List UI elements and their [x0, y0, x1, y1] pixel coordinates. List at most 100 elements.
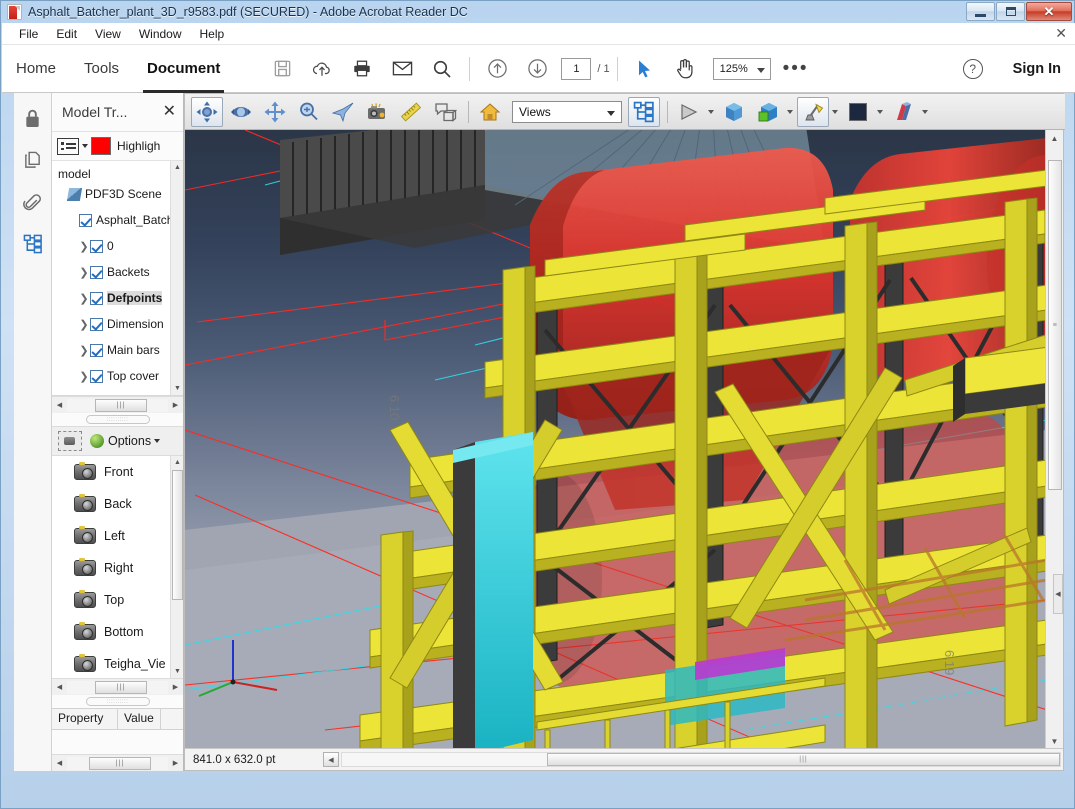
walk-camera-tool[interactable] [361, 97, 393, 127]
scroll-down-arrow[interactable]: ▼ [171, 665, 183, 678]
help-icon[interactable]: ? [963, 59, 983, 79]
next-page-button[interactable] [521, 53, 553, 85]
visibility-checkbox[interactable] [90, 240, 103, 253]
menu-item-edit[interactable]: Edit [47, 25, 86, 43]
close-document-icon[interactable]: ✕ [1055, 26, 1067, 40]
chevron-down-icon[interactable] [877, 110, 883, 114]
add-camera-view-icon[interactable] [58, 431, 82, 451]
menu-item-file[interactable]: File [10, 25, 47, 43]
collapse-panel-arrow[interactable]: ◀ [1053, 574, 1063, 614]
views-list[interactable]: FrontBackLeftRightTopBottomTeigha_Vie ▲ … [52, 456, 183, 678]
visibility-checkbox[interactable] [90, 318, 103, 331]
scroll-thumb[interactable]: ||| [89, 757, 151, 770]
sign-in-button[interactable]: Sign In [1013, 61, 1061, 77]
use-default-view-icon[interactable] [718, 97, 750, 127]
view-list-item[interactable]: Left [52, 520, 183, 552]
attachments-paperclip-icon[interactable] [18, 187, 48, 217]
scroll-left-arrow[interactable]: ◀ [52, 683, 67, 691]
scroll-track[interactable]: ||| [67, 681, 168, 694]
view-list-item[interactable]: Right [52, 552, 183, 584]
scroll-thumb[interactable]: ≡ [1048, 160, 1062, 490]
highlight-color-swatch[interactable] [91, 137, 111, 155]
close-button[interactable]: ✕ [1026, 2, 1072, 21]
fly-tool[interactable] [327, 97, 359, 127]
previous-page-button[interactable] [481, 53, 513, 85]
tree-node[interactable]: ❯0 [52, 233, 183, 259]
options-label[interactable]: Options [108, 434, 151, 448]
panel-splitter-top[interactable]: :::::::::: [52, 413, 183, 426]
view-list-item[interactable]: Bottom [52, 616, 183, 648]
panel-splitter-bottom[interactable]: :::::::::: [52, 695, 183, 708]
zoom-tool[interactable] [293, 97, 325, 127]
tree-node[interactable]: ❯Defpoints [52, 285, 183, 311]
scroll-up-arrow[interactable]: ▲ [1046, 130, 1063, 147]
scroll-right-arrow[interactable]: ▶ [168, 401, 183, 409]
close-panel-icon[interactable]: ✕ [163, 104, 176, 120]
hand-tool-icon[interactable] [669, 53, 701, 85]
view-list-item[interactable]: Top [52, 584, 183, 616]
scroll-left-arrow[interactable]: ◀ [52, 401, 67, 409]
visibility-checkbox[interactable] [90, 292, 103, 305]
scroll-thumb[interactable]: ||| [547, 753, 1060, 766]
security-lock-icon[interactable] [18, 103, 48, 133]
expand-arrow-icon[interactable]: ❯ [78, 370, 90, 383]
more-tools-button[interactable]: ••• [783, 62, 809, 75]
viewer-horizontal-scrollbar[interactable]: ||| [341, 752, 1061, 767]
tree-horizontal-scrollbar[interactable]: ◀ ||| ▶ [52, 396, 183, 413]
tab-document[interactable]: Document [133, 45, 234, 93]
scroll-left-arrow[interactable]: ◀ [52, 759, 67, 767]
scroll-left-arrow[interactable]: ◀ [323, 752, 339, 767]
visibility-checkbox[interactable] [90, 344, 103, 357]
views-horizontal-scrollbar[interactable]: ◀ ||| ▶ [52, 678, 183, 695]
rotate-tool[interactable] [191, 97, 223, 127]
page-thumbnails-icon[interactable] [18, 145, 48, 175]
3d-model-canvas[interactable]: 6.10 6.19 [185, 130, 1047, 750]
scroll-up-arrow[interactable]: ▲ [171, 456, 183, 469]
chevron-down-icon[interactable] [82, 144, 88, 148]
tree-node[interactable]: ❯Dimension [52, 311, 183, 337]
play-animation-button[interactable] [673, 97, 705, 127]
visibility-checkbox[interactable] [90, 266, 103, 279]
comment-3d-tool[interactable] [429, 97, 461, 127]
scroll-track[interactable]: ||| [67, 399, 168, 412]
chevron-down-icon[interactable] [708, 110, 714, 114]
views-dropdown[interactable]: Views [512, 101, 622, 123]
tree-node[interactable]: ❯Main bars [52, 337, 183, 363]
tree-node[interactable]: ❯Backets [52, 259, 183, 285]
tree-node[interactable]: ❯Top cover [52, 363, 183, 389]
chevron-down-icon[interactable] [922, 110, 928, 114]
visibility-checkbox[interactable] [90, 370, 103, 383]
viewer-vertical-scrollbar[interactable]: ▲ ≡ ▼ [1045, 130, 1063, 750]
model-tree[interactable]: model PDF3D SceneAsphalt_Batch❯0❯Backets… [52, 161, 183, 396]
expand-arrow-icon[interactable]: ❯ [78, 266, 90, 279]
cross-section-icon[interactable] [887, 97, 919, 127]
measure-tool[interactable] [395, 97, 427, 127]
scroll-track[interactable]: ||| [67, 757, 168, 770]
scroll-thumb[interactable]: ||| [95, 681, 147, 694]
zoom-level-select[interactable]: 125% [713, 58, 771, 80]
render-mode-icon[interactable] [752, 97, 784, 127]
tree-vertical-scrollbar[interactable]: ▲ ▼ [170, 161, 183, 395]
pan-tool[interactable] [259, 97, 291, 127]
page-number-input[interactable]: 1 [561, 58, 591, 80]
scroll-thumb[interactable]: ||| [95, 399, 147, 412]
tree-node[interactable]: Asphalt_Batch [52, 207, 183, 233]
menu-item-window[interactable]: Window [130, 25, 191, 43]
chevron-down-icon[interactable] [787, 110, 793, 114]
minimize-button[interactable] [966, 2, 995, 21]
tab-tools[interactable]: Tools [70, 45, 133, 93]
expand-arrow-icon[interactable]: ❯ [78, 292, 90, 305]
scroll-up-arrow[interactable]: ▲ [171, 161, 183, 174]
background-color-icon[interactable] [842, 97, 874, 127]
upload-cloud-icon[interactable] [306, 53, 338, 85]
scroll-right-arrow[interactable]: ▶ [168, 759, 183, 767]
view-list-item[interactable]: Front [52, 456, 183, 488]
chevron-down-icon[interactable] [154, 439, 160, 443]
tab-home[interactable]: Home [2, 45, 70, 93]
search-icon[interactable] [426, 53, 458, 85]
properties-horizontal-scrollbar[interactable]: ◀ ||| ▶ [52, 754, 183, 771]
tree-node[interactable]: PDF3D Scene [52, 181, 183, 207]
home-icon[interactable] [474, 97, 506, 127]
menu-item-help[interactable]: Help [191, 25, 234, 43]
views-vertical-scrollbar[interactable]: ▲ ▼ [170, 456, 183, 678]
